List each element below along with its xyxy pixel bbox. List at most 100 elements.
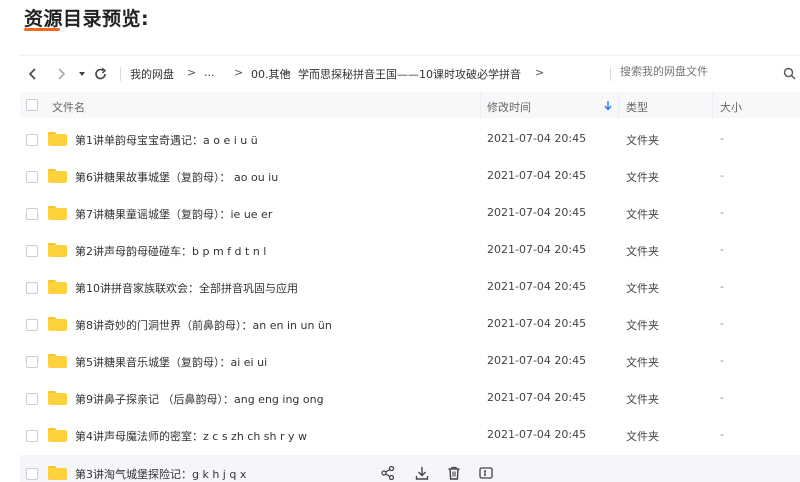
- file-name[interactable]: 第3讲淘气城堡探险记：g k h j q x: [75, 466, 246, 482]
- file-name[interactable]: 第1讲单韵母宝宝奇遇记：a o e i u ü: [75, 132, 258, 148]
- sort-descending-icon[interactable]: [604, 100, 612, 111]
- row-checkbox[interactable]: [26, 282, 38, 294]
- table-row[interactable]: 第9讲鼻子探亲记 （后鼻韵母）：ang eng ing ong 2021-07-…: [20, 380, 800, 417]
- column-header-name[interactable]: 文件名: [52, 99, 85, 115]
- file-name[interactable]: 第7讲糖果童谣城堡（复韵母）：ie ue er: [75, 206, 272, 222]
- back-button[interactable]: [26, 65, 40, 83]
- column-header-type[interactable]: 类型: [626, 99, 648, 115]
- row-checkbox[interactable]: [26, 171, 38, 183]
- file-name[interactable]: 第6讲糖果故事城堡（复韵母）： ao ou iu: [75, 169, 278, 185]
- select-all-checkbox[interactable]: [26, 99, 38, 111]
- folder-icon: [48, 132, 67, 146]
- row-checkbox[interactable]: [26, 393, 38, 405]
- column-header-modified[interactable]: 修改时间: [487, 99, 531, 115]
- file-type: 文件夹: [626, 171, 659, 184]
- breadcrumb-separator: >: [535, 66, 545, 79]
- search-icon[interactable]: [783, 67, 796, 80]
- trash-icon[interactable]: [446, 465, 462, 481]
- file-size: -: [720, 317, 724, 330]
- folder-icon: [48, 391, 67, 405]
- file-size: -: [720, 206, 724, 219]
- modified-time: 2021-07-04 20:45: [487, 280, 587, 293]
- file-size: -: [720, 391, 724, 404]
- chevron-right-icon: [58, 68, 66, 80]
- column-header-size[interactable]: 大小: [720, 99, 742, 115]
- refresh-icon: [95, 67, 107, 80]
- file-name[interactable]: 第2讲声母韵母碰碰车：b p m f d t n l: [75, 243, 266, 259]
- table-row[interactable]: 第6讲糖果故事城堡（复韵母）： ao ou iu 2021-07-04 20:4…: [20, 158, 800, 195]
- file-name[interactable]: 第8讲奇妙的门洞世界（前鼻韵母）：an en in un ün: [75, 317, 332, 333]
- file-type: 文件夹: [626, 245, 659, 258]
- table-row-hovered[interactable]: 第3讲淘气城堡探险记：g k h j q x: [20, 455, 800, 482]
- file-type: 文件夹: [626, 134, 659, 147]
- modified-time: 2021-07-04 20:45: [487, 317, 587, 330]
- table-row[interactable]: 第7讲糖果童谣城堡（复韵母）：ie ue er 2021-07-04 20:45…: [20, 195, 800, 232]
- breadcrumb-current[interactable]: 学而思探秘拼音王国——10课时攻破必学拼音: [298, 66, 521, 82]
- search-input[interactable]: [620, 65, 770, 78]
- file-size: -: [720, 132, 724, 145]
- row-checkbox[interactable]: [26, 319, 38, 331]
- folder-icon: [48, 317, 67, 331]
- folder-icon: [48, 428, 67, 442]
- file-size: -: [720, 280, 724, 293]
- table-row[interactable]: 第5讲糖果音乐城堡（复韵母）：ai ei ui 2021-07-04 20:45…: [20, 343, 800, 380]
- breadcrumb-item[interactable]: 我的网盘: [130, 66, 174, 82]
- toolbar: 我的网盘 > ... > 00.其他 > 学而思探秘拼音王国——10课时攻破必学…: [20, 56, 800, 92]
- file-name[interactable]: 第9讲鼻子探亲记 （后鼻韵母）：ang eng ing ong: [75, 391, 324, 407]
- table-row[interactable]: 第4讲声母魔法师的密室：z c s zh ch sh r y w 2021-07…: [20, 417, 800, 454]
- modified-time: 2021-07-04 20:45: [487, 391, 587, 404]
- folder-icon: [48, 280, 67, 294]
- download-icon[interactable]: [414, 465, 430, 481]
- refresh-button[interactable]: [93, 65, 109, 83]
- caret-down-icon: [79, 72, 85, 76]
- file-size: -: [720, 354, 724, 367]
- modified-time: 2021-07-04 20:45: [487, 428, 587, 441]
- column-divider: [480, 92, 481, 118]
- row-checkbox[interactable]: [26, 468, 38, 480]
- share-icon[interactable]: [380, 465, 396, 481]
- file-size: -: [720, 428, 724, 441]
- history-dropdown-button[interactable]: [77, 65, 87, 83]
- file-name[interactable]: 第4讲声母魔法师的密室：z c s zh ch sh r y w: [75, 428, 307, 444]
- toolbar-divider: [120, 67, 121, 81]
- file-name[interactable]: 第5讲糖果音乐城堡（复韵母）：ai ei ui: [75, 354, 267, 370]
- modified-time: 2021-07-04 20:45: [487, 243, 587, 256]
- folder-icon: [48, 354, 67, 368]
- rename-icon[interactable]: [478, 465, 494, 481]
- row-checkbox[interactable]: [26, 430, 38, 442]
- folder-icon: [48, 206, 67, 220]
- chevron-left-icon: [28, 68, 36, 80]
- folder-icon: [48, 466, 67, 480]
- file-type: 文件夹: [626, 208, 659, 221]
- file-type: 文件夹: [626, 356, 659, 369]
- modified-time: 2021-07-04 20:45: [487, 354, 587, 367]
- file-type: 文件夹: [626, 430, 659, 443]
- row-checkbox[interactable]: [26, 245, 38, 257]
- row-checkbox[interactable]: [26, 134, 38, 146]
- table-row[interactable]: 第10讲拼音家族联欢会：全部拼音巩固与应用 2021-07-04 20:45 文…: [20, 269, 800, 306]
- file-type: 文件夹: [626, 319, 659, 332]
- table-row[interactable]: 第1讲单韵母宝宝奇遇记：a o e i u ü 2021-07-04 20:45…: [20, 121, 800, 158]
- table-row[interactable]: 第8讲奇妙的门洞世界（前鼻韵母）：an en in un ün 2021-07-…: [20, 306, 800, 343]
- toolbar-divider: [610, 67, 611, 81]
- column-divider: [618, 92, 619, 118]
- file-type: 文件夹: [626, 393, 659, 406]
- modified-time: 2021-07-04 20:45: [487, 169, 587, 182]
- file-name[interactable]: 第10讲拼音家族联欢会：全部拼音巩固与应用: [75, 280, 298, 296]
- modified-time: 2021-07-04 20:45: [487, 206, 587, 219]
- search-box: [620, 65, 800, 83]
- modified-time: 2021-07-04 20:45: [487, 132, 587, 145]
- file-size: -: [720, 243, 724, 256]
- folder-icon: [48, 243, 67, 257]
- row-checkbox[interactable]: [26, 208, 38, 220]
- breadcrumb-item[interactable]: ...: [204, 66, 215, 79]
- row-checkbox[interactable]: [26, 356, 38, 368]
- file-type: 文件夹: [626, 282, 659, 295]
- forward-button[interactable]: [54, 65, 68, 83]
- title-underline: [24, 28, 60, 31]
- table-row[interactable]: 第2讲声母韵母碰碰车：b p m f d t n l 2021-07-04 20…: [20, 232, 800, 269]
- table-header: 文件名 修改时间 类型 大小: [20, 92, 800, 118]
- folder-icon: [48, 169, 67, 183]
- breadcrumb-separator: >: [234, 66, 244, 79]
- breadcrumb-separator: >: [282, 66, 292, 79]
